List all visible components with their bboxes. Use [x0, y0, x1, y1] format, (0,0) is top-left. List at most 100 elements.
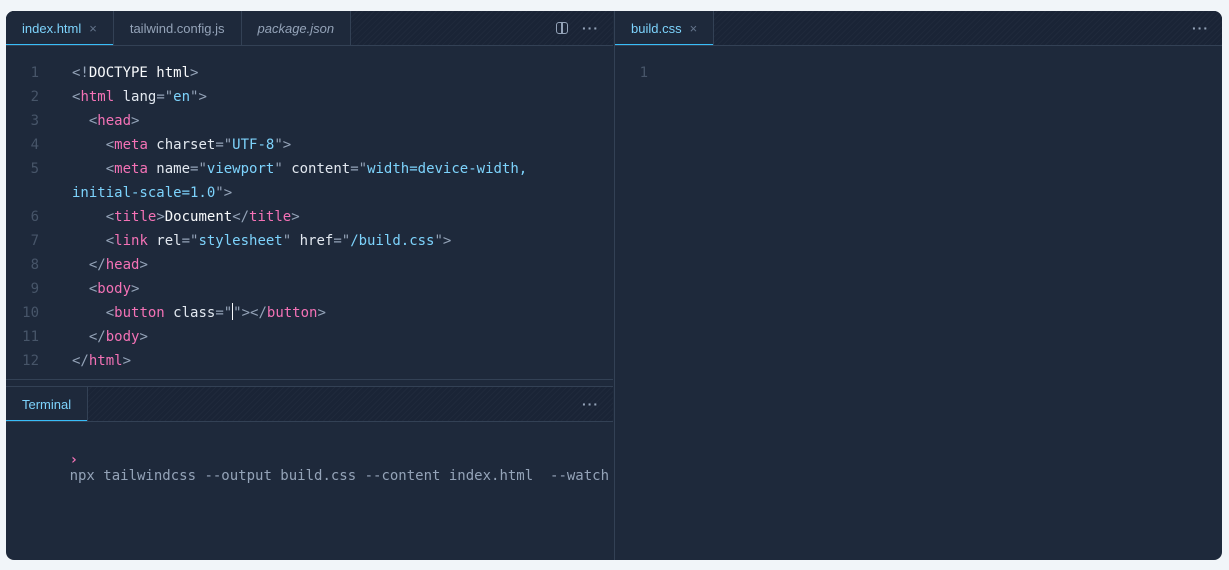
- close-icon[interactable]: ×: [690, 21, 698, 36]
- line-code: <link rel="stylesheet" href="/build.css"…: [39, 229, 452, 253]
- code-token: </: [72, 353, 89, 369]
- code-token: body: [97, 281, 132, 297]
- code-token: charset: [147, 137, 216, 153]
- line-code: </body>: [39, 325, 148, 349]
- code-token: <: [105, 305, 115, 321]
- tab-actions: ···: [1192, 11, 1222, 45]
- tab-bar-spacer: [714, 11, 1192, 45]
- code-token: ">: [190, 89, 207, 105]
- code-token: >: [291, 209, 300, 225]
- code-token: title: [114, 209, 157, 225]
- code-token: href: [291, 233, 334, 249]
- tab-label: build.css: [631, 20, 682, 36]
- line-number: 9: [30, 281, 39, 297]
- tab-label: tailwind.config.js: [129, 20, 225, 36]
- code-token: DOCTYPE html: [88, 65, 191, 81]
- code-token: =": [350, 161, 368, 177]
- line-number: 11: [22, 329, 39, 345]
- code-line[interactable]: 3 <head>: [6, 109, 613, 133]
- code-token: </: [88, 329, 106, 345]
- code-line[interactable]: 12 </html>: [6, 349, 613, 373]
- code-editor[interactable]: 1 <!DOCTYPE html> 2 <html lang="en"> 3 <head…: [6, 61, 613, 373]
- code-line[interactable]: 11 </body>: [6, 325, 613, 349]
- code-token: <: [105, 161, 115, 177]
- code-token: ">: [215, 185, 233, 201]
- terminal-tab-bar: Terminal ···: [6, 386, 613, 422]
- code-token: >: [131, 113, 140, 129]
- editor-window: index.html × tailwind.config.js package.…: [6, 11, 1222, 560]
- code-line[interactable]: 1: [615, 61, 1222, 85]
- more-actions-icon[interactable]: ···: [582, 397, 599, 411]
- line-number: 12: [22, 353, 39, 369]
- left-tab-bar: index.html × tailwind.config.js package.…: [6, 11, 613, 46]
- line-code: </head>: [39, 253, 148, 277]
- line-number: 8: [30, 257, 39, 273]
- line-number: 7: [30, 233, 39, 249]
- code-line[interactable]: 7 <link rel="stylesheet" href="/build.cs…: [6, 229, 613, 253]
- code-token: ">: [274, 137, 292, 153]
- code-line[interactable]: 2 <html lang="en">: [6, 85, 613, 109]
- left-editor-pane: index.html × tailwind.config.js package.…: [6, 11, 613, 560]
- code-token: >: [131, 281, 140, 297]
- terminal-command: npx tailwindcss --output build.css --con…: [69, 468, 610, 484]
- code-token: initial-scale=1.0: [72, 185, 216, 201]
- close-icon[interactable]: ×: [89, 21, 97, 36]
- code-token: link: [114, 233, 148, 249]
- code-token: head: [105, 257, 140, 273]
- code-line[interactable]: 9 <body>: [6, 277, 613, 301]
- tab-package-json[interactable]: package.json: [241, 11, 352, 45]
- code-token: >: [122, 353, 132, 369]
- line-code: <meta name="viewport" content="width=dev…: [39, 157, 528, 181]
- split-editor-icon[interactable]: [556, 22, 568, 34]
- tab-terminal[interactable]: Terminal: [6, 387, 89, 421]
- line-number: [6, 181, 39, 205]
- code-token: name: [147, 161, 191, 177]
- code-line[interactable]: 6 <title>Document</title>: [6, 205, 613, 229]
- tab-bar-spacer: [88, 387, 582, 421]
- tab-tailwind-config[interactable]: tailwind.config.js: [113, 11, 242, 45]
- code-line[interactable]: 1 <!DOCTYPE html>: [6, 61, 613, 85]
- code-token: >: [139, 329, 148, 345]
- line-number: 1: [639, 65, 648, 81]
- code-line[interactable]: initial-scale=1.0">: [6, 181, 613, 205]
- code-token: <: [105, 233, 115, 249]
- code-line[interactable]: 8 </head>: [6, 253, 613, 277]
- line-number: 10: [22, 305, 39, 321]
- code-token: ": [274, 161, 283, 177]
- code-token: =": [215, 305, 233, 321]
- more-actions-icon[interactable]: ···: [1192, 21, 1209, 35]
- code-token: </: [232, 209, 250, 225]
- terminal-command-line[interactable]: › npx tailwindcss --output build.css --c…: [19, 436, 609, 500]
- right-tab-bar: build.css × ···: [615, 11, 1222, 46]
- code-token: <: [105, 137, 115, 153]
- line-code: <head>: [39, 109, 140, 133]
- code-line[interactable]: 5 <meta name="viewport" content="width=d…: [6, 157, 613, 181]
- code-token: =": [156, 89, 174, 105]
- code-line[interactable]: 4 <meta charset="UTF-8">: [6, 133, 613, 157]
- code-token: </: [88, 257, 106, 273]
- code-token: meta: [114, 161, 148, 177]
- code-token: viewport: [206, 161, 275, 177]
- code-token: =": [333, 233, 351, 249]
- code-token: body: [105, 329, 140, 345]
- code-token: =": [215, 137, 233, 153]
- code-token: html: [88, 353, 123, 369]
- tab-label: package.json: [257, 20, 335, 36]
- tab-index-html[interactable]: index.html ×: [6, 11, 114, 45]
- code-line[interactable]: 10 <button class=""></button>: [6, 301, 613, 325]
- code-token: content: [282, 161, 351, 177]
- code-token: button: [266, 305, 318, 321]
- code-token: Document: [164, 209, 233, 225]
- line-number: 4: [30, 137, 39, 153]
- more-actions-icon[interactable]: ···: [582, 21, 599, 35]
- css-editor[interactable]: 1: [615, 61, 1222, 85]
- line-number: 3: [30, 113, 39, 129]
- line-number: 5: [30, 161, 39, 177]
- tab-build-css[interactable]: build.css ×: [615, 11, 715, 45]
